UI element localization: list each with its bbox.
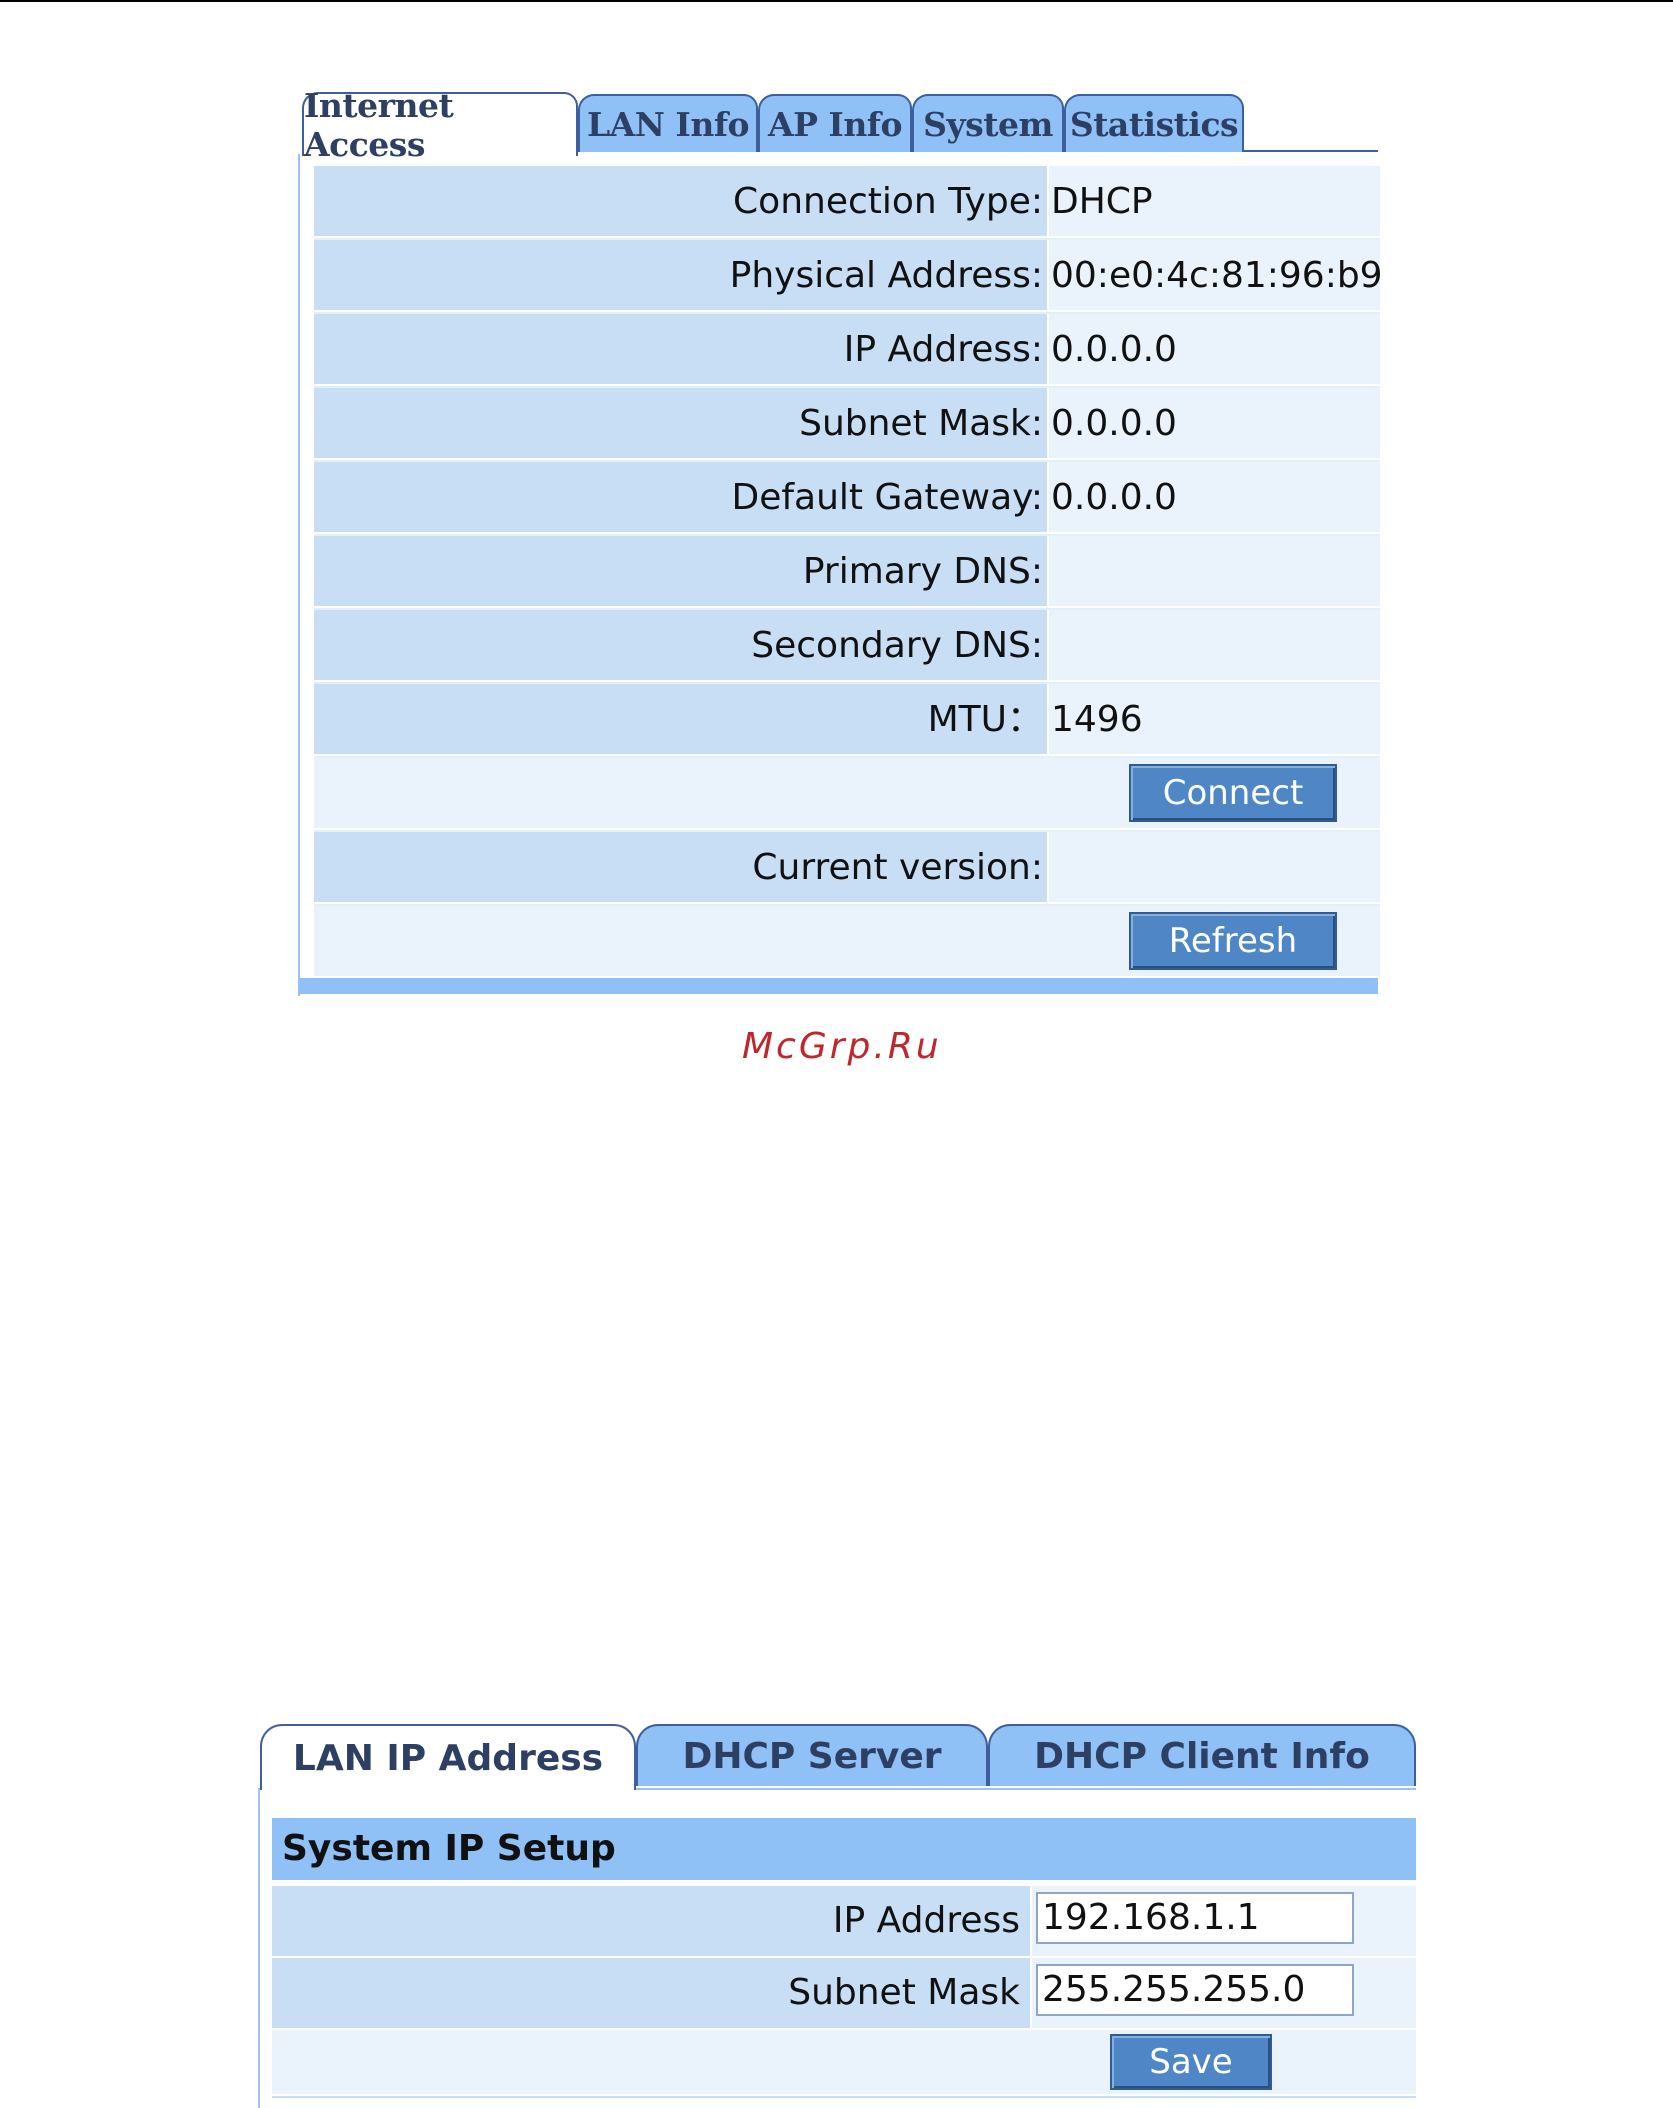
row-label: Current version: [314,832,1047,902]
row-value: 0.0.0.0 [1049,462,1380,532]
field-cell: 192.168.1.1 [1032,1886,1416,1956]
tab-dhcp-server[interactable]: DHCP Server [636,1724,988,1786]
tab-dhcp-client-info[interactable]: DHCP Client Info [988,1724,1416,1786]
refresh-button[interactable]: Refresh [1129,912,1337,970]
row-label: Primary DNS: [314,536,1047,606]
row-value: 0.0.0.0 [1049,388,1380,458]
row-label: MTU： [314,684,1047,754]
table-row-subnet-mask-field: Subnet Mask 255.255.255.0 [272,1958,1416,2028]
table-row-refresh: Refresh [314,906,1380,978]
tab-bar-underline [1243,150,1378,152]
panel-bottom-bar [298,978,1378,994]
row-label: Secondary DNS: [314,610,1047,680]
row-label: Physical Address: [314,240,1047,310]
lan-panel: LAN IP Address DHCP Server DHCP Client I… [258,1722,1416,2108]
row-value [1049,832,1380,902]
tab-internet-access[interactable]: Internet Access [302,86,578,164]
row-label: Subnet Mask: [314,388,1047,458]
table-row-primary-dns: Primary DNS: [314,536,1380,610]
row-value [1049,610,1380,680]
table-row-current-version: Current version: [314,832,1380,906]
row-label: Connection Type: [314,166,1047,236]
field-label: IP Address [272,1886,1030,1956]
table-row-secondary-dns: Secondary DNS: [314,610,1380,684]
status-table: Connection Type: DHCP Physical Address: … [314,166,1380,978]
subnet-mask-input[interactable]: 255.255.255.0 [1036,1964,1354,2016]
status-tab-bar: Internet Access LAN Info AP Info System … [298,86,1378,164]
row-value [1049,536,1380,606]
watermark-text: McGrp.Ru [742,1026,942,1067]
lan-tab-bar: LAN IP Address DHCP Server DHCP Client I… [258,1722,1416,1790]
row-label: Default Gateway: [314,462,1047,532]
table-row-default-gateway: Default Gateway: 0.0.0.0 [314,462,1380,536]
tab-ap-info[interactable]: AP Info [758,94,912,152]
section-title: System IP Setup [272,1818,1416,1880]
row-value: DHCP [1049,166,1380,236]
table-row-connect: Connect [314,758,1380,832]
table-row-ip-address-field: IP Address 192.168.1.1 [272,1886,1416,1956]
table-row-connection-type: Connection Type: DHCP [314,166,1380,240]
status-body: Connection Type: DHCP Physical Address: … [298,154,1380,996]
ip-address-input[interactable]: 192.168.1.1 [1036,1892,1354,1944]
tab-lan-info[interactable]: LAN Info [578,94,758,152]
table-row-subnet-mask: Subnet Mask: 0.0.0.0 [314,388,1380,462]
table-row-physical-address: Physical Address: 00:e0:4c:81:96:b9 [314,240,1380,314]
table-row-save: Save [272,2030,1416,2094]
tab-statistics[interactable]: Statistics [1064,94,1244,152]
tab-system[interactable]: System [912,94,1064,152]
row-value: 00:e0:4c:81:96:b9 [1049,240,1380,310]
field-label: Subnet Mask [272,1958,1030,2028]
row-label: IP Address: [314,314,1047,384]
connect-button[interactable]: Connect [1129,764,1337,822]
row-value: 1496 [1049,684,1380,754]
field-cell: 255.255.255.0 [1032,1958,1416,2028]
table-row-ip-address: IP Address: 0.0.0.0 [314,314,1380,388]
status-panel: Internet Access LAN Info AP Info System … [298,86,1380,996]
save-button[interactable]: Save [1110,2034,1272,2090]
tab-lan-ip-address[interactable]: LAN IP Address [260,1724,636,1790]
row-value: 0.0.0.0 [1049,314,1380,384]
lan-panel-bottom-line [272,2096,1416,2098]
top-border-line [0,0,1673,2]
table-row-mtu: MTU： 1496 [314,684,1380,758]
